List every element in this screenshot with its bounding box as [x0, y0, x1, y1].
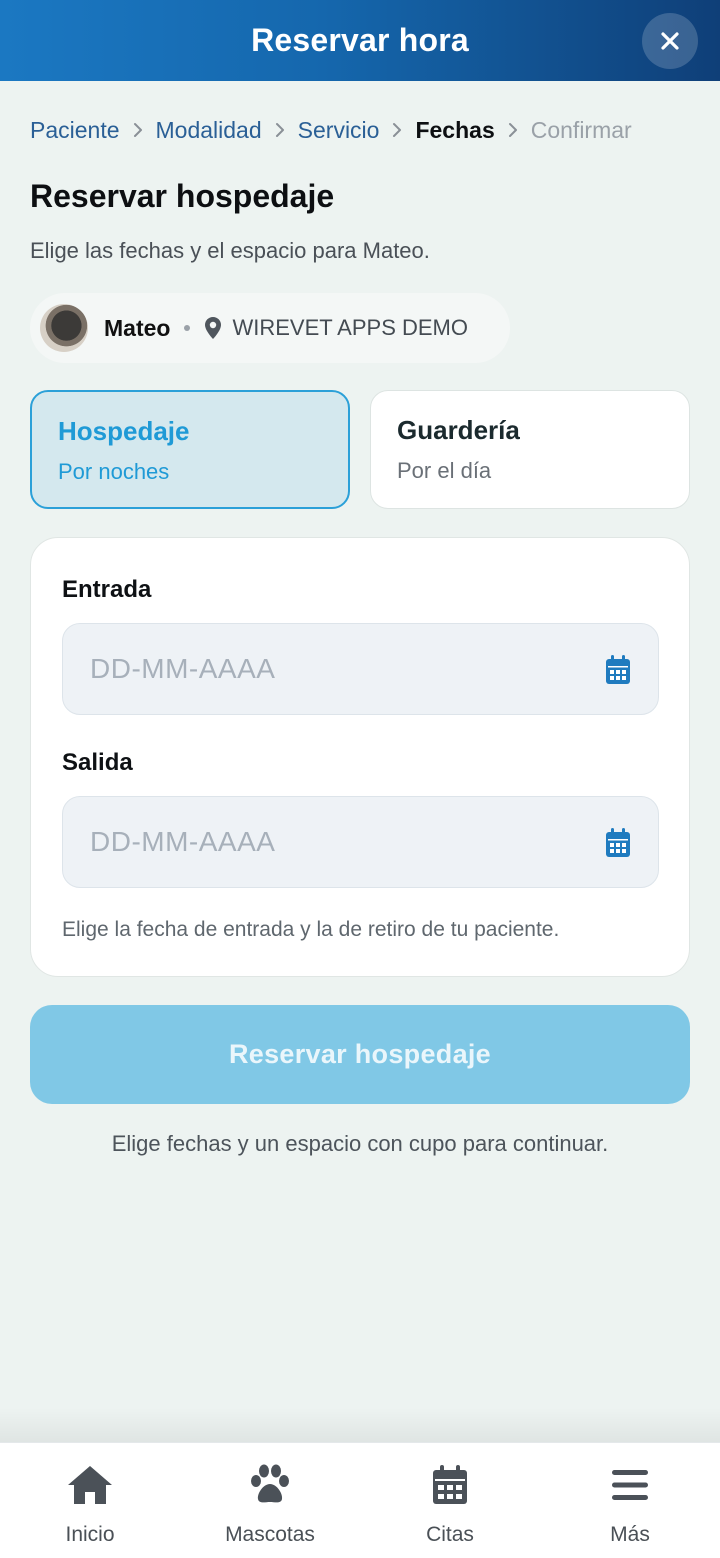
option-guarderia[interactable]: Guardería Por el día: [370, 390, 690, 509]
header-title: Reservar hora: [251, 22, 469, 58]
reserve-button-label: Reservar hospedaje: [228, 1039, 492, 1069]
breadcrumb-step-confirmar: Confirmar: [530, 116, 632, 143]
chevron-right-icon: [495, 121, 531, 139]
paw-icon: [251, 1464, 289, 1503]
entrada-date-input[interactable]: DD-MM-AAAA: [62, 623, 659, 715]
breadcrumb-step-paciente[interactable]: Paciente: [30, 117, 120, 144]
breadcrumb: Paciente Modalidad Servicio Fechas Confi…: [30, 112, 632, 148]
location-pin-icon: [205, 317, 222, 339]
breadcrumb-step-modalidad[interactable]: Modalidad: [156, 117, 262, 144]
nav-item-inicio[interactable]: Inicio: [0, 1443, 180, 1558]
calendar-icon[interactable]: [604, 827, 632, 859]
entrada-label: Entrada: [62, 576, 152, 603]
menu-icon: [612, 1470, 648, 1500]
calendar-icon[interactable]: [604, 654, 632, 686]
page-subtitle: Elige las fechas y el espacio para Mateo…: [30, 238, 430, 263]
option-subtitle: Por el día: [397, 458, 492, 483]
nav-label: Inicio: [65, 1523, 115, 1546]
option-title: Hospedaje: [58, 416, 190, 446]
nav-label: Citas: [426, 1523, 474, 1546]
chevron-right-icon: [262, 121, 298, 139]
breadcrumb-step-servicio[interactable]: Servicio: [298, 117, 380, 144]
entrada-placeholder: DD-MM-AAAA: [90, 653, 276, 684]
chevron-right-icon: [120, 121, 156, 139]
page-title: Reservar hospedaje: [30, 178, 335, 214]
nav-item-citas[interactable]: Citas: [360, 1443, 540, 1558]
close-button[interactable]: [642, 13, 698, 69]
dates-form-card: Entrada DD-MM-AAAA Salida DD-MM-AAAA Eli…: [30, 537, 690, 977]
salida-label: Salida: [62, 749, 133, 776]
separator-dot: [184, 325, 191, 331]
calendar-icon: [433, 1465, 467, 1504]
patient-chip: Mateo WIREVET APPS DEMO: [30, 293, 510, 363]
reserve-button[interactable]: Reservar hospedaje: [30, 1005, 690, 1104]
salida-placeholder: DD-MM-AAAA: [90, 826, 276, 857]
home-icon: [68, 1466, 112, 1504]
form-hint: Elige la fecha de entrada y la de retiro…: [62, 918, 560, 941]
breadcrumb-step-fechas: Fechas: [415, 116, 495, 143]
nav-item-mas[interactable]: Más: [540, 1443, 720, 1558]
nav-shadow: [0, 1408, 720, 1442]
salida-date-input[interactable]: DD-MM-AAAA: [62, 796, 659, 888]
avatar: [40, 304, 88, 352]
nav-item-mascotas[interactable]: Mascotas: [180, 1443, 360, 1558]
option-title: Guardería: [397, 415, 520, 445]
bottom-nav: Inicio Mascotas Citas Más: [0, 1442, 720, 1558]
close-icon: [661, 32, 679, 50]
patient-name: Mateo: [104, 314, 171, 341]
chevron-right-icon: [379, 121, 415, 139]
option-subtitle: Por noches: [58, 459, 170, 484]
app-header: Reservar hora: [0, 0, 720, 81]
clinic-name: WIREVET APPS DEMO: [232, 315, 468, 340]
option-hospedaje[interactable]: Hospedaje Por noches: [30, 390, 350, 509]
footer-hint: Elige fechas y un espacio con cupo para …: [111, 1131, 609, 1156]
nav-label: Más: [610, 1523, 650, 1546]
nav-label: Mascotas: [225, 1523, 315, 1546]
